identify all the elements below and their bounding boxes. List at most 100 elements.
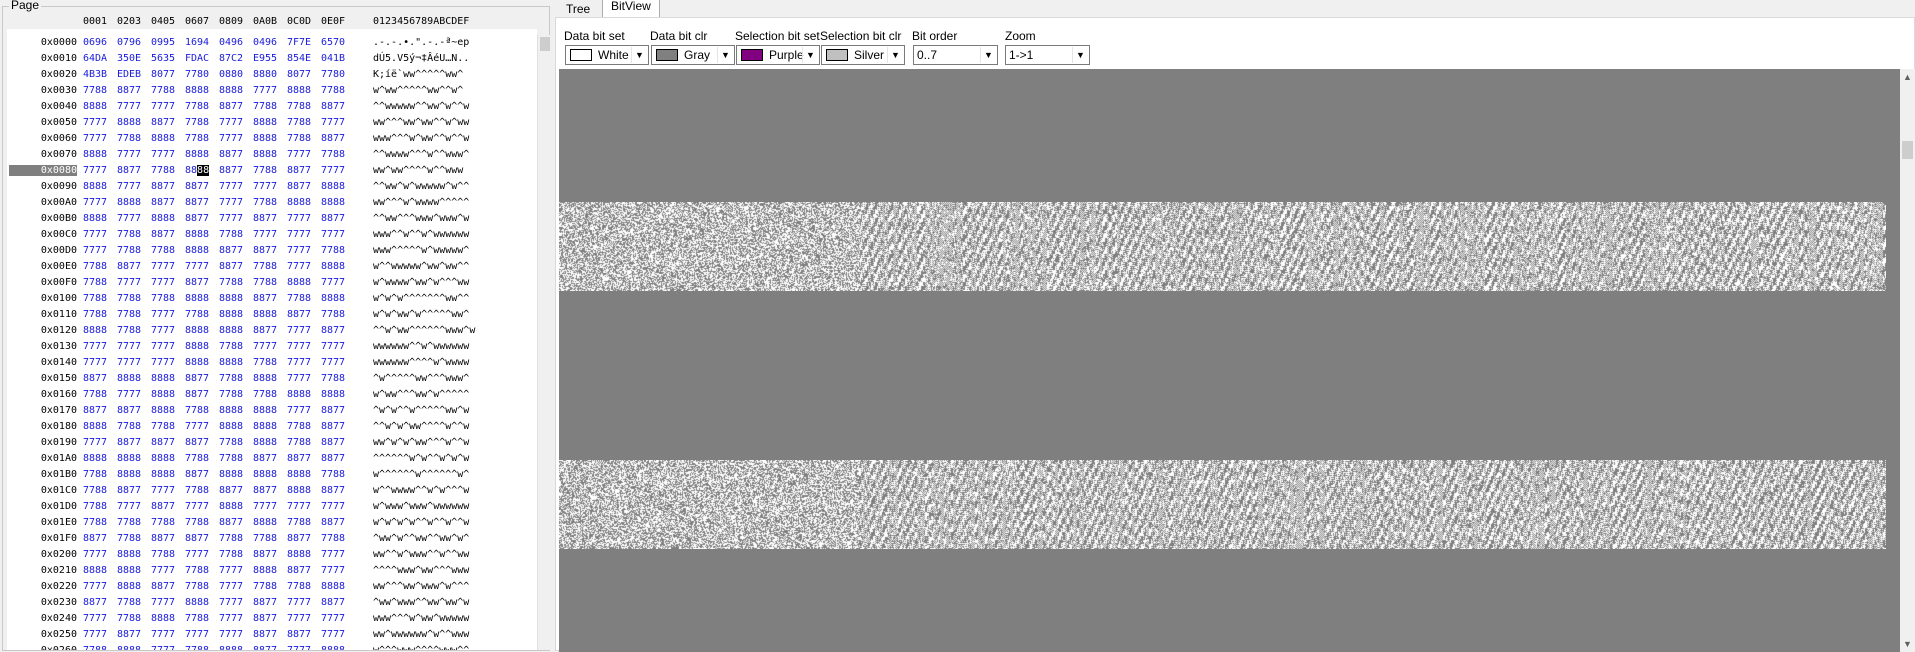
hex-word[interactable]: 8877	[321, 485, 345, 496]
hex-word[interactable]: 8888	[321, 581, 345, 592]
hex-word[interactable]: 8877	[287, 453, 311, 464]
hex-word[interactable]: 8877	[321, 597, 345, 608]
hex-word[interactable]: 7788	[219, 373, 243, 384]
row-ascii[interactable]: w^^^www^^^^www^^	[373, 645, 469, 650]
hex-word[interactable]: 7788	[287, 437, 311, 448]
hex-word[interactable]: 1694	[185, 37, 209, 48]
hex-word[interactable]: 7777	[117, 213, 141, 224]
chevron-down-icon[interactable]: ▼	[802, 47, 818, 63]
hex-word[interactable]: 7777	[83, 117, 107, 128]
hex-row[interactable]: 0x00F0 7788 7777 7777 8877 7788 7788 8888 7777 w^…	[7, 276, 537, 292]
hex-word[interactable]: 8877	[185, 373, 209, 384]
hex-word[interactable]: 8877	[253, 645, 277, 650]
hex-word[interactable]: 7777	[253, 501, 277, 512]
hex-word[interactable]: 8877	[117, 437, 141, 448]
hex-word[interactable]: 8888	[287, 485, 311, 496]
hex-scrollbar-thumb[interactable]	[540, 37, 550, 51]
hex-word[interactable]: 7788	[117, 309, 141, 320]
hex-word[interactable]: 8888	[117, 117, 141, 128]
hex-word[interactable]: 8888	[219, 85, 243, 96]
hex-word[interactable]: 7777	[219, 581, 243, 592]
hex-word[interactable]: 7777	[83, 357, 107, 368]
hex-word[interactable]: 8877	[321, 437, 345, 448]
hex-word[interactable]: 8877	[117, 485, 141, 496]
hex-word[interactable]: 7777	[287, 213, 311, 224]
hex-row[interactable]: 0x00E0 7788 8877 7777 7777 8877 7788 7777 8888 w^…	[7, 260, 537, 276]
hex-row[interactable]: 0x0170 8877 8877 8888 7788 8888 8888 7777 8877 ^w…	[7, 404, 537, 420]
row-ascii[interactable]: w^ww^^^^^ww^^w^	[373, 85, 463, 96]
hex-word[interactable]: 7777	[151, 101, 175, 112]
hex-word[interactable]: 8888	[151, 133, 175, 144]
hex-word[interactable]: 7788	[253, 101, 277, 112]
row-ascii[interactable]: ww^^w^www^^w^^ww	[373, 549, 469, 560]
hex-word[interactable]: 7788	[321, 533, 345, 544]
hex-word[interactable]: 350E	[117, 53, 141, 64]
hex-word[interactable]: 7788	[321, 309, 345, 320]
hex-word[interactable]: 7777	[117, 389, 141, 400]
hex-word[interactable]: 8888	[151, 405, 175, 416]
hex-word[interactable]: 7788	[253, 197, 277, 208]
hex-word[interactable]: 7777	[219, 213, 243, 224]
row-ascii[interactable]: w^w^ww^w^^^^^ww^	[373, 309, 469, 320]
hex-word[interactable]: 7777	[219, 181, 243, 192]
hex-row[interactable]: 0x0180 8888 7788 7788 7777 8888 8888 7788 8877 ^^…	[7, 420, 537, 436]
hex-word[interactable]: 8877	[185, 533, 209, 544]
hex-word[interactable]: 7788	[185, 581, 209, 592]
hex-word[interactable]: 8877	[83, 597, 107, 608]
hex-word[interactable]: 7788	[185, 101, 209, 112]
hex-word[interactable]: 7777	[117, 101, 141, 112]
hex-word[interactable]: 8888	[151, 453, 175, 464]
hex-word[interactable]: 7788	[287, 101, 311, 112]
zoom-select[interactable]: 1->1 ▼	[1005, 45, 1090, 65]
hex-word[interactable]: 7777	[117, 501, 141, 512]
hex-word[interactable]: 8877	[151, 581, 175, 592]
hex-row[interactable]: 0x0240 7777 7788 8888 7788 7777 8877 7777 7777 ww…	[7, 612, 537, 628]
hex-row[interactable]: 0x0050 7777 8888 8877 7788 7777 8888 7788 7777 ww…	[7, 116, 537, 132]
hex-row[interactable]: 0x01B0 7788 8888 8888 8877 8888 8888 8888 7788 w^…	[7, 468, 537, 484]
hex-word[interactable]: 7777	[253, 181, 277, 192]
hex-word[interactable]: 7788	[321, 373, 345, 384]
hex-word[interactable]: 7777	[117, 341, 141, 352]
data-bit-clr-select[interactable]: Gray ▼	[651, 45, 735, 65]
hex-row[interactable]: 0x0090 8888 7777 8877 8877 7777 7777 8877 8888 ^^…	[7, 180, 537, 196]
hex-word[interactable]: 7777	[151, 565, 175, 576]
hex-row[interactable]: 0x0100 7788 7788 7788 8888 8888 8877 7788 8888 w^…	[7, 292, 537, 308]
hex-row[interactable]: 0x0040 8888 7777 7777 7788 8877 7788 7788 8877 ^^…	[7, 100, 537, 116]
hex-word[interactable]: 8877	[219, 245, 243, 256]
hex-row[interactable]: 0x0210 8888 8888 7777 7788 7777 8888 8877 7777 ^^…	[7, 564, 537, 580]
hex-word[interactable]: 8888	[253, 469, 277, 480]
hex-word[interactable]: 7788	[219, 437, 243, 448]
bitview-vertical-scrollbar[interactable]: ▲ ▼	[1900, 69, 1915, 652]
hex-word[interactable]: 7788	[83, 485, 107, 496]
hex-word[interactable]: 7788	[83, 309, 107, 320]
hex-word[interactable]: 7788	[117, 133, 141, 144]
hex-word[interactable]: 8888	[117, 453, 141, 464]
hex-word[interactable]: 7777	[287, 501, 311, 512]
hex-word[interactable]: 0796	[117, 37, 141, 48]
hex-word[interactable]: 7788	[219, 389, 243, 400]
hex-word[interactable]: 7777	[321, 357, 345, 368]
hex-word[interactable]: 7788	[287, 421, 311, 432]
hex-row[interactable]: 0x0010 64DA 350E 5635 FDAC 87C2 E955 854E 041B dÚ…	[7, 52, 537, 68]
hex-word[interactable]: 8888	[321, 645, 345, 650]
hex-word[interactable]: 8888	[83, 181, 107, 192]
hex-word[interactable]: 7777	[287, 405, 311, 416]
hex-row[interactable]: 0x01F0 8877 7788 8877 8877 7788 7788 8877 7788 ^w…	[7, 532, 537, 548]
hex-word[interactable]: 7788	[151, 517, 175, 528]
hex-word[interactable]: 8888	[117, 581, 141, 592]
row-ascii[interactable]: ^^^^^^w^w^^w^w^w	[373, 453, 469, 464]
hex-word[interactable]: 8877	[287, 533, 311, 544]
hex-word[interactable]: 7788	[83, 645, 107, 650]
hex-word[interactable]: 4B3B	[83, 69, 107, 80]
hex-word[interactable]: 7788	[83, 277, 107, 288]
hex-word[interactable]: 8888	[253, 373, 277, 384]
hex-word[interactable]: 7788	[83, 389, 107, 400]
hex-word[interactable]: 8877	[253, 629, 277, 640]
hex-word[interactable]: 7F7E	[287, 37, 311, 48]
hex-word[interactable]: 8888	[253, 117, 277, 128]
hex-row[interactable]: 0x0030 7788 8877 7788 8888 8888 7777 8888 7788 w^…	[7, 84, 537, 100]
hex-word[interactable]: 8888	[83, 453, 107, 464]
hex-word[interactable]: 5635	[151, 53, 175, 64]
hex-word[interactable]: 8888	[151, 613, 175, 624]
hex-word[interactable]: 8888	[151, 389, 175, 400]
